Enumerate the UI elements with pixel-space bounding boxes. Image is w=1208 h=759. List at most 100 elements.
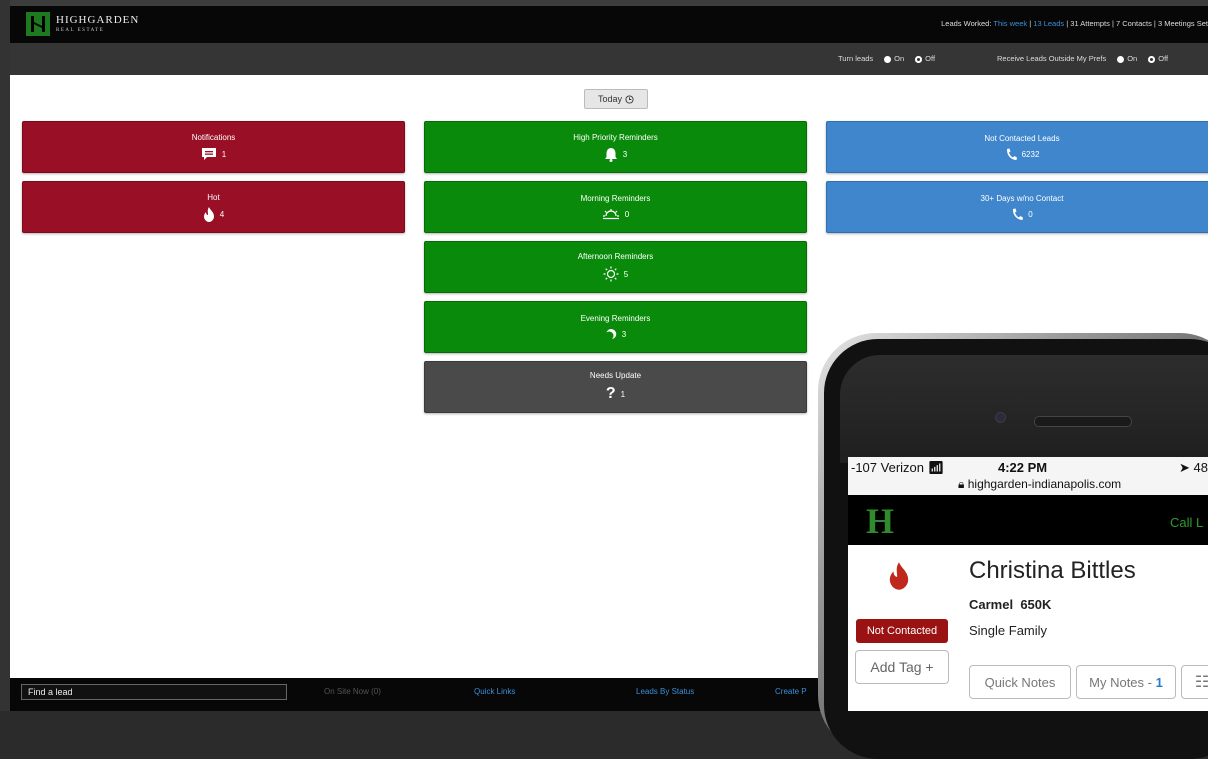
- phone-screen: -107 Verizon 📶︎ 4:22 PM ➤ 48 🔒︎ highgard…: [848, 457, 1208, 711]
- leads-by-status-link[interactable]: Leads By Status: [636, 687, 694, 696]
- stats-prefix: Leads Worked:: [941, 19, 994, 28]
- sunrise-icon: [602, 209, 619, 220]
- tile-label: Not Contacted Leads: [984, 133, 1060, 143]
- find-lead-input[interactable]: [21, 684, 287, 700]
- today-button[interactable]: Today: [584, 89, 648, 109]
- tile-label: Notifications: [191, 133, 236, 142]
- notes-icon: ☷: [1194, 674, 1208, 691]
- radio-off-icon: [915, 55, 923, 63]
- receive-outside-toggle: Receive Leads Outside My Prefs On Off: [997, 54, 1168, 63]
- lead-name: Christina Bittles: [969, 557, 1136, 584]
- tile-label: Morning Reminders: [580, 194, 651, 203]
- tile-count: 0: [624, 209, 630, 219]
- radio-label: On: [894, 54, 905, 63]
- lead-city: Carmel: [969, 597, 1014, 612]
- leads-worked-stats: Leads Worked: This week | 13 Leads | 31 …: [941, 19, 1208, 28]
- tile-count: 4: [219, 209, 225, 219]
- tile-label: Afternoon Reminders: [577, 252, 654, 261]
- call-link[interactable]: Call L: [1170, 515, 1203, 530]
- camera-icon: [995, 412, 1006, 423]
- today-label: Today: [597, 94, 623, 104]
- top-navbar: HIGHGARDEN REAL ESTATE Leads Worked: Thi…: [10, 6, 1208, 43]
- mobile-app-bar: H Call L: [848, 495, 1208, 545]
- receive-outside-off-radio[interactable]: Off: [1148, 54, 1168, 63]
- status-badge[interactable]: Not Contacted: [856, 619, 948, 643]
- fire-icon: [203, 206, 214, 222]
- my-notes-button[interactable]: My Notes - 1: [1076, 665, 1176, 699]
- stats-leads-link[interactable]: 13 Leads: [1033, 19, 1064, 28]
- clock-icon: [625, 94, 634, 104]
- radio-label: On: [1127, 54, 1138, 63]
- tile-evening-reminders[interactable]: Evening Reminders 3: [424, 301, 807, 353]
- preferences-bar: Turn leads On Off Receive Leads Outside …: [10, 43, 1208, 75]
- receive-outside-label: Receive Leads Outside My Prefs: [997, 54, 1107, 63]
- url-text: highgarden-indianapolis.com: [967, 477, 1122, 491]
- brand-logo[interactable]: HIGHGARDEN REAL ESTATE: [26, 12, 139, 36]
- frame-edge: [0, 0, 10, 711]
- turn-leads-toggle: Turn leads On Off: [838, 54, 935, 63]
- tile-count: 1: [221, 149, 227, 159]
- moon-icon: [606, 329, 617, 339]
- tile-afternoon-reminders[interactable]: Afternoon Reminders 5: [424, 241, 807, 293]
- tile-label: High Priority Reminders: [573, 132, 658, 142]
- stats-period-link[interactable]: This week: [993, 19, 1027, 28]
- carrier-name: -107 Verizon: [851, 460, 924, 475]
- bell-icon: [604, 147, 617, 162]
- my-notes-count: 1: [1155, 674, 1163, 690]
- phone-icon: [1006, 148, 1017, 160]
- receive-outside-on-radio[interactable]: On: [1117, 54, 1137, 63]
- more-button[interactable]: ☷: [1181, 665, 1208, 699]
- url-bar[interactable]: 🔒︎ highgarden-indianapolis.com: [958, 477, 1121, 492]
- fire-icon: [889, 562, 909, 590]
- tile-high-priority-reminders[interactable]: High Priority Reminders 3: [424, 121, 807, 173]
- add-tag-button[interactable]: Add Tag +: [855, 650, 949, 684]
- on-site-now-link[interactable]: On Site Now (0): [324, 687, 381, 696]
- lock-icon: 🔒︎: [958, 477, 965, 491]
- radio-off-icon: [1148, 55, 1156, 63]
- phone-icon: [1013, 208, 1024, 220]
- background-frame: HIGHGARDEN REAL ESTATE Leads Worked: Thi…: [0, 0, 1208, 759]
- phone-status-bar: -107 Verizon 📶︎ 4:22 PM ➤ 48 🔒︎ highgard…: [848, 457, 1208, 495]
- tile-morning-reminders[interactable]: Morning Reminders 0: [424, 181, 807, 233]
- turn-leads-off-radio[interactable]: Off: [915, 54, 935, 63]
- turn-leads-on-radio[interactable]: On: [884, 54, 904, 63]
- radio-on-icon: [1117, 55, 1125, 63]
- stats-rest: | 31 Attempts | 7 Contacts | 3 Meetings …: [1064, 19, 1208, 28]
- turn-leads-label: Turn leads: [838, 54, 874, 63]
- tile-count: 6232: [1021, 149, 1040, 159]
- radio-label: Off: [1158, 54, 1169, 63]
- logo-name: HIGHGARDEN: [56, 14, 140, 26]
- quick-notes-button[interactable]: Quick Notes: [969, 665, 1071, 699]
- sun-icon: [603, 266, 619, 282]
- tile-label: Evening Reminders: [580, 314, 651, 323]
- lead-location-price: Carmel 650K: [969, 597, 1051, 612]
- location-arrow-icon: ➤: [1179, 460, 1190, 475]
- radio-on-icon: [884, 55, 892, 63]
- tile-count: 5: [623, 269, 629, 279]
- tile-label: Hot: [207, 192, 220, 202]
- tile-label: 30+ Days w/no Contact: [980, 193, 1064, 203]
- create-link[interactable]: Create P: [775, 687, 807, 696]
- logo-icon: [26, 12, 50, 36]
- property-type: Single Family: [969, 623, 1048, 638]
- tile-notifications[interactable]: Notifications 1: [22, 121, 405, 173]
- logo-subtitle: REAL ESTATE: [56, 28, 105, 33]
- tile-not-contacted-leads[interactable]: Not Contacted Leads 6232: [826, 121, 1208, 173]
- clock-time: 4:22 PM: [998, 460, 1048, 475]
- status-right: ➤ 48: [1179, 460, 1208, 476]
- tile-count: 3: [622, 149, 628, 159]
- chat-icon: [201, 148, 216, 160]
- speaker-grille: [1034, 416, 1132, 427]
- tile-30-days-no-contact[interactable]: 30+ Days w/no Contact 0: [826, 181, 1208, 233]
- tile-hot[interactable]: Hot 4: [22, 181, 405, 233]
- tile-count: 1: [620, 389, 626, 399]
- tile-needs-update[interactable]: Needs Update ? 1: [424, 361, 807, 413]
- battery-text: 48: [1193, 460, 1208, 475]
- question-icon: ?: [605, 385, 616, 402]
- mobile-logo[interactable]: H: [866, 503, 894, 539]
- lead-price: 650K: [1020, 597, 1052, 612]
- wifi-icon: 📶︎: [927, 460, 945, 475]
- my-notes-label: My Notes -: [1089, 674, 1156, 690]
- quick-links-link[interactable]: Quick Links: [474, 687, 515, 696]
- radio-label: Off: [925, 54, 936, 63]
